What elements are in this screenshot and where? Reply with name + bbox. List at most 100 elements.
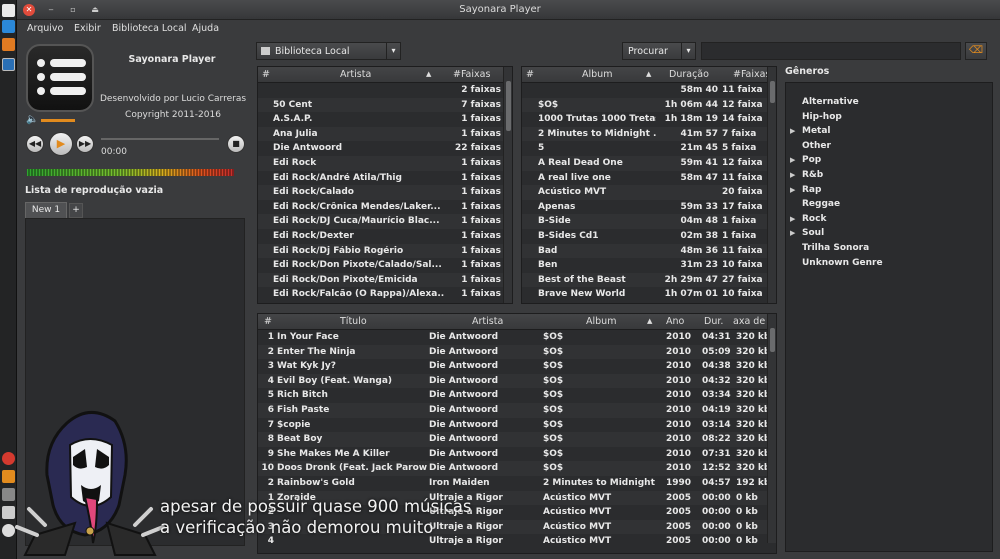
folder-icon[interactable]	[2, 38, 15, 51]
track-row[interactable]: 7 $copie Die Antwoord $O$ 2010 03:14 320 kb	[258, 418, 776, 433]
chevron-down-icon[interactable]: ▾	[386, 43, 400, 59]
tracks-scrollbar[interactable]	[767, 314, 776, 543]
artist-row[interactable]: Edi Rock/Don Pixote/Emicida 1 faixas	[258, 272, 512, 288]
album-row[interactable]: $O$ 1h 06m 44 12 faixa	[522, 97, 776, 113]
library-selector[interactable]: Biblioteca Local ▾	[256, 42, 401, 60]
artist-row[interactable]: 2 faixas	[258, 83, 512, 98]
artist-row[interactable]: Edi Rock/Falcão (O Rappa)/Alexa... 1 faix…	[258, 287, 512, 302]
close-window-button[interactable]: ✕	[23, 4, 35, 16]
genre-item[interactable]: Alternative	[802, 97, 859, 107]
record-icon[interactable]	[2, 452, 15, 465]
stop-button[interactable]: ■	[227, 135, 245, 153]
minimize-window-button[interactable]: ‒	[45, 4, 57, 16]
album-row[interactable]: Apenas 59m 33 17 faixa	[522, 200, 776, 215]
album-row[interactable]: Brave New World 1h 07m 01 10 faixa	[522, 287, 776, 302]
col-year[interactable]: Ano	[666, 316, 684, 327]
player-app-icon[interactable]	[2, 58, 15, 71]
add-playlist-tab-button[interactable]: +	[69, 203, 83, 218]
previous-track-button[interactable]: ◀◀	[26, 135, 44, 153]
restore-window-button[interactable]: ⏏	[89, 4, 101, 16]
genre-item[interactable]: Unknown Genre	[802, 258, 883, 268]
track-row[interactable]: 6 Fish Paste Die Antwoord $O$ 2010 04:19 320 k…	[258, 402, 776, 418]
album-row[interactable]: 5 21m 45 5 faixa	[522, 141, 776, 156]
expand-arrow-icon[interactable]: ▶	[790, 229, 795, 237]
album-row[interactable]: 58m 40 11 faixa	[522, 83, 776, 98]
artist-row[interactable]: Edi Rock/Dj Fábio Rogério 1 faixas	[258, 243, 512, 259]
artist-row[interactable]: Edi Rock/DJ Cuca/Maurício Blac... 1 faixa…	[258, 214, 512, 229]
track-row[interactable]: 2 Rainbow's Gold Iron Maiden 2 Minutes to M…	[258, 476, 776, 491]
genre-item[interactable]: Trilha Sonora	[802, 243, 869, 253]
col-title[interactable]: Título	[340, 316, 367, 327]
col-number[interactable]: #	[264, 316, 272, 327]
play-button[interactable]: ▶	[49, 132, 73, 156]
col-tracks[interactable]: #Faixas	[453, 69, 490, 80]
album-row[interactable]: Best of the Beast 2h 29m 47 27 faixa	[522, 272, 776, 288]
track-row[interactable]: 9 She Makes Me A Killer Die Antwoord $O$ 201…	[258, 447, 776, 462]
album-row[interactable]: 2 Minutes to Midnight ... 41m 57 7 faixa	[522, 126, 776, 142]
volume-slider[interactable]	[41, 119, 75, 122]
artists-scrollbar[interactable]	[503, 67, 512, 303]
files-icon[interactable]	[2, 20, 15, 33]
album-row[interactable]: Bad 48m 36 11 faixa	[522, 243, 776, 259]
track-row[interactable]: 2 Enter The Ninja Die Antwoord $O$ 2010 05:09…	[258, 344, 776, 360]
genre-item[interactable]: Hip-hop	[802, 112, 842, 122]
album-row[interactable]: 1000 Trutas 1000 Tretas 1h 18m 19 14 faixa	[522, 112, 776, 127]
genre-item[interactable]: ▶ Soul	[790, 228, 824, 238]
chat-icon[interactable]	[2, 524, 15, 537]
album-row[interactable]: A Real Dead One 59m 41 12 faixa	[522, 155, 776, 171]
artist-row[interactable]: Edi Rock/Calado 1 faixas	[258, 185, 512, 200]
menu-exibir[interactable]: Exibir	[74, 23, 101, 34]
genres-tree[interactable]: Alternative Hip-hop ▶ Metal Other ▶ Pop ▶ R&b ▶ Ra…	[785, 82, 993, 552]
playlist-tab-new1[interactable]: New 1	[25, 202, 67, 218]
col-duration[interactable]: Dur.	[704, 316, 723, 327]
seek-slider[interactable]	[101, 138, 219, 140]
track-row[interactable]: 5 Rich Bitch Die Antwoord $O$ 2010 03:34 320 k…	[258, 388, 776, 403]
album-row[interactable]: Acústico MVT 20 faixa	[522, 185, 776, 200]
track-row[interactable]: 8 Beat Boy Die Antwoord $O$ 2010 08:22 320 kb	[258, 432, 776, 447]
track-row[interactable]: 1 In Your Face Die Antwoord $O$ 2010 04:31 320…	[258, 330, 776, 345]
expand-arrow-icon[interactable]: ▶	[790, 156, 795, 164]
menu-arquivo[interactable]: Arquivo	[27, 23, 63, 34]
artist-row[interactable]: Edi Rock/Don Pixote/Calado/Sal... 1 faixa…	[258, 258, 512, 273]
genre-item[interactable]: ▶ Pop	[790, 155, 821, 165]
artist-row[interactable]: Edi Rock/Dexter 1 faixas	[258, 229, 512, 244]
artists-table[interactable]: # Artista ▲ #Faixas 2 faixas 50 Cent 7 fai…	[257, 66, 513, 304]
genre-item[interactable]: ▶ Rock	[790, 214, 826, 224]
track-row[interactable]: 3 Wat Kyk Jy? Die Antwoord $O$ 2010 04:38 320 …	[258, 359, 776, 374]
speaker-icon[interactable]: 🔈	[26, 114, 38, 125]
col-album[interactable]: Album	[586, 316, 616, 327]
expand-arrow-icon[interactable]: ▶	[790, 127, 795, 135]
artist-row[interactable]: Ana Julia 1 faixas	[258, 126, 512, 142]
albums-table[interactable]: # Album ▲ Duração #Faixas 58m 40 11 faixa…	[521, 66, 777, 304]
artist-row[interactable]: Edi Rock/André Atila/Thig 1 faixas	[258, 171, 512, 186]
col-artist[interactable]: Artista	[472, 316, 503, 327]
maximize-window-button[interactable]: ▫	[67, 4, 79, 16]
track-row[interactable]: 4 Evil Boy (Feat. Wanga) Die Antwoord $O$ 20…	[258, 373, 776, 389]
genre-item[interactable]: ▶ Metal	[790, 126, 831, 136]
search-mode-select[interactable]: Procurar ▾	[622, 42, 696, 60]
album-row[interactable]: A real live one 58m 47 11 faixa	[522, 171, 776, 186]
album-row[interactable]: Ben 31m 23 10 faixa	[522, 258, 776, 273]
expand-arrow-icon[interactable]: ▶	[790, 186, 795, 194]
wifi-icon[interactable]	[2, 488, 15, 501]
artist-row[interactable]: A.S.A.P. 1 faixas	[258, 112, 512, 127]
col-tracks[interactable]: #Faixas	[733, 69, 770, 80]
menu-biblioteca-local[interactable]: Biblioteca Local	[112, 23, 187, 34]
genre-item[interactable]: Reggae	[802, 199, 840, 209]
albums-scrollbar[interactable]	[767, 67, 776, 303]
pause-icon[interactable]	[2, 470, 15, 483]
track-row[interactable]: 10 Doos Dronk (Feat. Jack Parow ... Die An…	[258, 461, 776, 476]
genre-item[interactable]: ▶ Rap	[790, 185, 821, 195]
search-input[interactable]	[701, 42, 961, 60]
next-track-button[interactable]: ▶▶	[76, 135, 94, 153]
chevron-down-icon[interactable]: ▾	[681, 43, 695, 59]
album-row[interactable]: B-Side 04m 48 1 faixa	[522, 214, 776, 229]
genre-item[interactable]: Other	[802, 141, 831, 151]
col-number[interactable]: #	[526, 69, 534, 80]
expand-arrow-icon[interactable]: ▶	[790, 215, 795, 223]
menu-ajuda[interactable]: Ajuda	[192, 23, 219, 34]
artist-row[interactable]: 50 Cent 7 faixas	[258, 97, 512, 113]
col-album[interactable]: Album	[582, 69, 612, 80]
volume-icon[interactable]	[2, 506, 15, 519]
app-logo-icon[interactable]	[2, 4, 15, 17]
